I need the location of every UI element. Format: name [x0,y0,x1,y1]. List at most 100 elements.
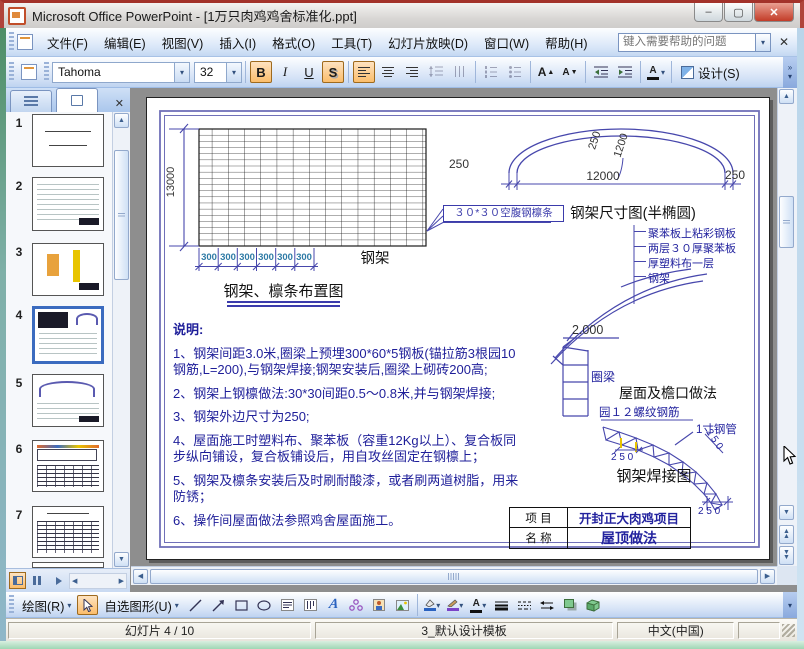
toolbar-options-button[interactable]: ▾ [783,592,797,618]
truss-dim-250-left[interactable]: 2 5 0 [611,452,633,463]
menu-help[interactable]: 帮助(H) [537,29,595,56]
notes-block[interactable]: 说明: 1、钢架间距3.0米,圈梁上预埋300*60*5钢板(锚拉筋3根园10钢… [173,322,527,536]
threed-style-button[interactable] [583,595,604,615]
scroll-down-button[interactable]: ▼ [779,505,794,520]
pane-close-icon[interactable]: ✕ [113,95,126,112]
oval-tool-button[interactable] [254,595,275,615]
wordart-button[interactable]: A [323,595,344,615]
language-indicator[interactable]: 中文(中国) [617,621,735,639]
layer-label-4[interactable]: 钢架 [648,270,670,286]
steel-frame-label[interactable]: 钢架 [352,247,398,268]
draw-menu-button[interactable]: 绘图(R) ▾ [17,595,76,615]
dash-style-button[interactable] [514,595,535,615]
decrease-font-button[interactable]: A ▼ [559,61,581,83]
slideshow-view-button[interactable] [49,572,66,589]
menu-tools[interactable]: 工具(T) [323,29,380,56]
decrease-indent-button[interactable] [590,61,612,83]
dim-300[interactable]: 300 [293,252,315,263]
tab-slides[interactable] [56,88,98,112]
toolbar-grip[interactable] [9,32,14,52]
insert-diagram-button[interactable] [346,595,367,615]
previous-slide-button[interactable]: ▲ ▲ [779,525,794,544]
increase-font-button[interactable]: A ▲ [535,61,557,83]
toolbar-grip[interactable] [44,62,49,82]
line-color-button[interactable]: ▾ [445,595,466,615]
font-color-button[interactable]: A ▾ [645,61,667,83]
scrollbar-thumb[interactable] [779,196,794,248]
thumbnail-slide-1[interactable]: 1 [6,114,112,167]
thumbnail-slide-6[interactable]: 6 [6,440,112,492]
thumbnail-slide-2[interactable]: 2 [6,177,112,231]
tab-outline[interactable] [10,90,52,112]
title-bar[interactable]: Microsoft Office PowerPoint - [1万只肉鸡鸡舍标准… [0,0,804,28]
scroll-up-button[interactable]: ▲ [114,113,129,128]
powerpoint-app-icon[interactable] [8,6,26,25]
menu-edit[interactable]: 编辑(E) [96,29,154,56]
scrollbar-thumb[interactable] [150,568,758,584]
scroll-down-button[interactable]: ▼ [114,552,129,567]
toolbar-grip[interactable] [9,595,14,615]
thumbnail-slide-5[interactable]: 5 [6,374,112,427]
help-search-input[interactable] [618,32,756,52]
thumbnail-slide-4[interactable]: 4 [6,306,112,364]
rebar-label[interactable]: 园１２螺纹钢筋 [599,404,680,420]
bullet-list-button[interactable] [504,61,526,83]
editor-horizontal-scrollbar[interactable]: ◀ ▶ [131,566,777,585]
document-menu-icon[interactable] [17,34,33,50]
align-center-button[interactable] [377,61,399,83]
document-close-icon[interactable]: ✕ [775,35,793,49]
text-direction-button[interactable] [449,61,471,83]
toolbar-options-button[interactable]: » ▾ [783,56,797,88]
arrow-style-button[interactable] [537,595,558,615]
pane-horizontal-scrollbar[interactable]: ◀ ▶ [69,572,127,589]
line-tool-button[interactable] [185,595,206,615]
line-style-button[interactable] [491,595,512,615]
align-left-button[interactable] [353,61,375,83]
layer-label-2[interactable]: 两层３０厚聚苯板 [648,240,736,256]
scroll-right-button[interactable]: ▶ [760,568,775,584]
new-slide-button[interactable] [18,61,40,83]
italic-button[interactable]: I [274,61,296,83]
menu-format[interactable]: 格式(O) [264,29,323,56]
arch-dim-left-250[interactable]: 250 [449,157,485,171]
toolbar-grip[interactable] [9,62,14,82]
help-dropdown-icon[interactable]: ▾ [756,32,771,52]
slide-sorter-view-button[interactable] [29,572,46,589]
close-button[interactable]: ✕ [754,3,794,22]
font-size-combo[interactable]: 32 ▾ [194,61,242,83]
shadow-style-button[interactable] [560,595,581,615]
scroll-up-button[interactable]: ▲ [779,89,794,104]
rectangle-tool-button[interactable] [231,595,252,615]
scroll-left-button[interactable]: ◀ [133,568,148,584]
menu-view[interactable]: 视图(V) [154,29,212,56]
text-shadow-button[interactable]: S [322,61,344,83]
line-spacing-button[interactable] [425,61,447,83]
restore-button[interactable]: ▢ [724,3,753,22]
thumbnails-scrollbar[interactable]: ▲ ▼ [112,112,130,568]
numbered-list-button[interactable] [480,61,502,83]
design-template-indicator[interactable]: 3_默认设计模板 [315,621,614,639]
autoshapes-menu-button[interactable]: 自选图形(U) ▾ [99,595,183,615]
thumbnail-slide-7[interactable]: 7 [6,506,112,558]
dim-13000[interactable]: 13000 [165,160,177,204]
insert-picture-button[interactable] [392,595,413,615]
title-block-table[interactable]: 项 目 开封正大肉鸡项目 名 称 屋顶做法 [509,507,691,549]
menu-insert[interactable]: 插入(I) [211,29,264,56]
textbox-tool-button[interactable] [277,595,298,615]
layer-label-3[interactable]: 厚塑料布一层 [648,255,714,271]
eave-title[interactable]: 屋面及檐口做法 [602,383,734,403]
thumbnail-slide-3[interactable]: 3 [6,243,112,296]
align-right-button[interactable] [401,61,423,83]
font-color-button[interactable]: A ▾ [468,595,489,615]
elevation-2000[interactable]: 2.000 [572,323,603,337]
insert-clipart-button[interactable] [369,595,390,615]
fill-color-button[interactable]: ▾ [422,595,443,615]
bold-button[interactable]: B [250,61,272,83]
underline-button[interactable]: U [298,61,320,83]
purlin-callout[interactable]: ３０*３０空腹钢檩条 [443,205,564,222]
slide-design-button[interactable]: 设计(S) [675,63,746,82]
arch-title[interactable]: 钢架尺寸图(半椭圆) [547,202,719,223]
truss-title[interactable]: 钢架焊接图 [590,465,718,486]
editor-vertical-scrollbar[interactable]: ▲ ▼ ▲ ▲ ▼ ▼ [777,88,797,566]
font-name-combo[interactable]: Tahoma ▾ [52,61,190,83]
